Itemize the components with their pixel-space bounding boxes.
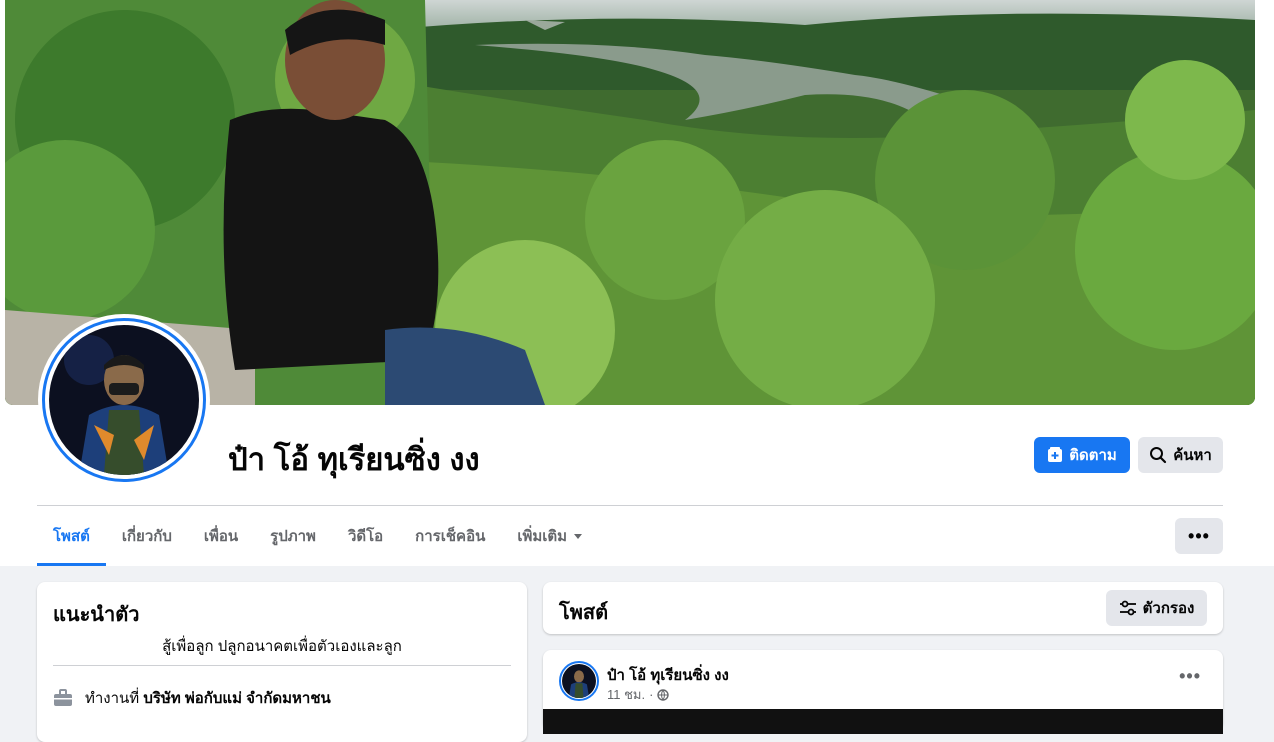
profile-more-options-button[interactable]: ••• — [1175, 518, 1223, 554]
follow-button[interactable]: ติดตาม — [1034, 437, 1130, 473]
filter-icon — [1119, 600, 1136, 616]
more-icon: ••• — [1188, 525, 1210, 546]
filter-button-label: ตัวกรอง — [1142, 600, 1195, 617]
work-prefix: ทำงานที่ — [85, 690, 140, 707]
post-timestamp[interactable]: 11 ชม. — [607, 684, 645, 705]
work-place-link[interactable]: บริษัท พ่อกับแม่ จำกัดมหาชน — [143, 690, 330, 707]
profile-header: ป๋า โอ้ ทุเรียนซิ่ง งง ติดตาม ค้นหา โพสต… — [0, 0, 1274, 566]
filter-button[interactable]: ตัวกรอง — [1106, 590, 1207, 626]
profile-picture[interactable] — [38, 314, 210, 486]
post-author-avatar[interactable] — [559, 661, 599, 701]
briefcase-icon — [54, 689, 72, 706]
caret-down-icon — [574, 534, 583, 539]
tab-posts[interactable]: โพสต์ — [37, 506, 106, 566]
posts-title: โพสต์ — [559, 602, 609, 624]
tab-checkins[interactable]: การเช็คอิน — [399, 506, 501, 566]
post-meta: 11 ชม. · — [607, 684, 670, 705]
tab-more[interactable]: เพิ่มเติม — [501, 506, 599, 566]
follow-button-label: ติดตาม — [1069, 447, 1117, 464]
posts-header-card: โพสต์ ตัวกรอง — [543, 582, 1223, 634]
profile-name: ป๋า โอ้ ทุเรียนซิ่ง งง — [228, 442, 480, 477]
add-friend-icon — [1048, 447, 1063, 462]
tab-photos[interactable]: รูปภาพ — [254, 506, 332, 566]
tab-about[interactable]: เกี่ยวกับ — [106, 506, 188, 566]
tab-friends[interactable]: เพื่อน — [188, 506, 254, 566]
profile-tabs: โพสต์ เกี่ยวกับ เพื่อน รูปภาพ วิดีโอ การ… — [37, 506, 599, 566]
avatar — [49, 325, 199, 475]
meta-separator: · — [649, 687, 654, 702]
search-button-label: ค้นหา — [1173, 447, 1212, 464]
post-options-button[interactable]: ••• — [1179, 666, 1201, 687]
globe-icon[interactable] — [657, 688, 670, 701]
intro-divider — [53, 665, 511, 666]
post-media[interactable] — [543, 709, 1223, 734]
intro-bio: สู้เพื่อลูก ปลูกอนาคตเพื่อตัวเองและลูก — [162, 638, 402, 655]
search-button[interactable]: ค้นหา — [1138, 437, 1223, 473]
avatar — [562, 664, 596, 698]
intro-title: แนะนำตัว — [53, 604, 140, 626]
intro-work-item: ทำงานที่ บริษัท พ่อกับแม่ จำกัดมหาชน — [53, 686, 331, 710]
search-icon — [1150, 447, 1167, 464]
tab-videos[interactable]: วิดีโอ — [332, 506, 399, 566]
post-card: ป๋า โอ้ ทุเรียนซิ่ง งง 11 ชม. · ••• — [543, 650, 1223, 734]
cover-photo[interactable] — [5, 0, 1255, 405]
cover-image — [5, 0, 1255, 405]
intro-card: แนะนำตัว สู้เพื่อลูก ปลูกอนาคตเพื่อตัวเอ… — [37, 582, 527, 742]
